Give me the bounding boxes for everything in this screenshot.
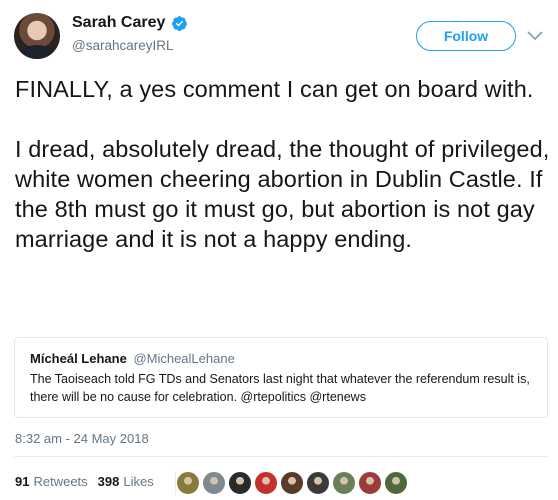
liker-avatar-7[interactable] xyxy=(332,471,356,495)
liker-avatars xyxy=(175,471,410,495)
liker-avatar-2[interactable] xyxy=(202,471,226,495)
likes-count: 398 xyxy=(97,474,120,489)
quoted-tweet-name: Mícheál Lehane xyxy=(30,351,127,366)
retweets-count: 91 xyxy=(15,474,30,489)
liker-avatar-3[interactable] xyxy=(228,471,252,495)
quoted-tweet-handle: @MichealLehane xyxy=(133,351,235,366)
retweets-stat[interactable]: 91 Retweets xyxy=(15,474,88,489)
tweet-timestamp[interactable]: 8:32 am - 24 May 2018 xyxy=(15,431,149,446)
follow-button[interactable]: Follow xyxy=(416,21,516,51)
tweet-text: FINALLY, a yes comment I can get on boar… xyxy=(15,76,550,252)
quoted-tweet-author: Mícheál Lehane @MichealLehane xyxy=(30,351,235,366)
tweet-header: Sarah Carey @sarahcareyIRL Follow xyxy=(0,0,558,70)
liker-avatar-5[interactable] xyxy=(280,471,304,495)
likes-label: Likes xyxy=(123,474,154,489)
liker-avatar-1[interactable] xyxy=(176,471,200,495)
user-avatar[interactable] xyxy=(14,13,60,59)
quoted-tweet[interactable]: Mícheál Lehane @MichealLehane The Taoise… xyxy=(14,337,548,418)
avatar-shoulders xyxy=(20,45,54,59)
liker-avatar-4[interactable] xyxy=(254,471,278,495)
tweet-stats: 91 Retweets 398 Likes xyxy=(15,474,154,489)
user-name[interactable]: Sarah Carey xyxy=(72,14,165,32)
liker-avatar-9[interactable] xyxy=(384,471,408,495)
quoted-tweet-text: The Taoiseach told FG TDs and Senators l… xyxy=(30,372,530,404)
user-handle[interactable]: @sarahcareyIRL xyxy=(72,38,174,53)
liker-avatar-8[interactable] xyxy=(358,471,382,495)
chevron-down-icon[interactable] xyxy=(525,26,545,46)
divider xyxy=(14,456,548,457)
verified-badge-icon xyxy=(172,16,187,31)
likes-stat[interactable]: 398 Likes xyxy=(98,474,154,489)
liker-avatar-6[interactable] xyxy=(306,471,330,495)
retweets-label: Retweets xyxy=(33,474,88,489)
